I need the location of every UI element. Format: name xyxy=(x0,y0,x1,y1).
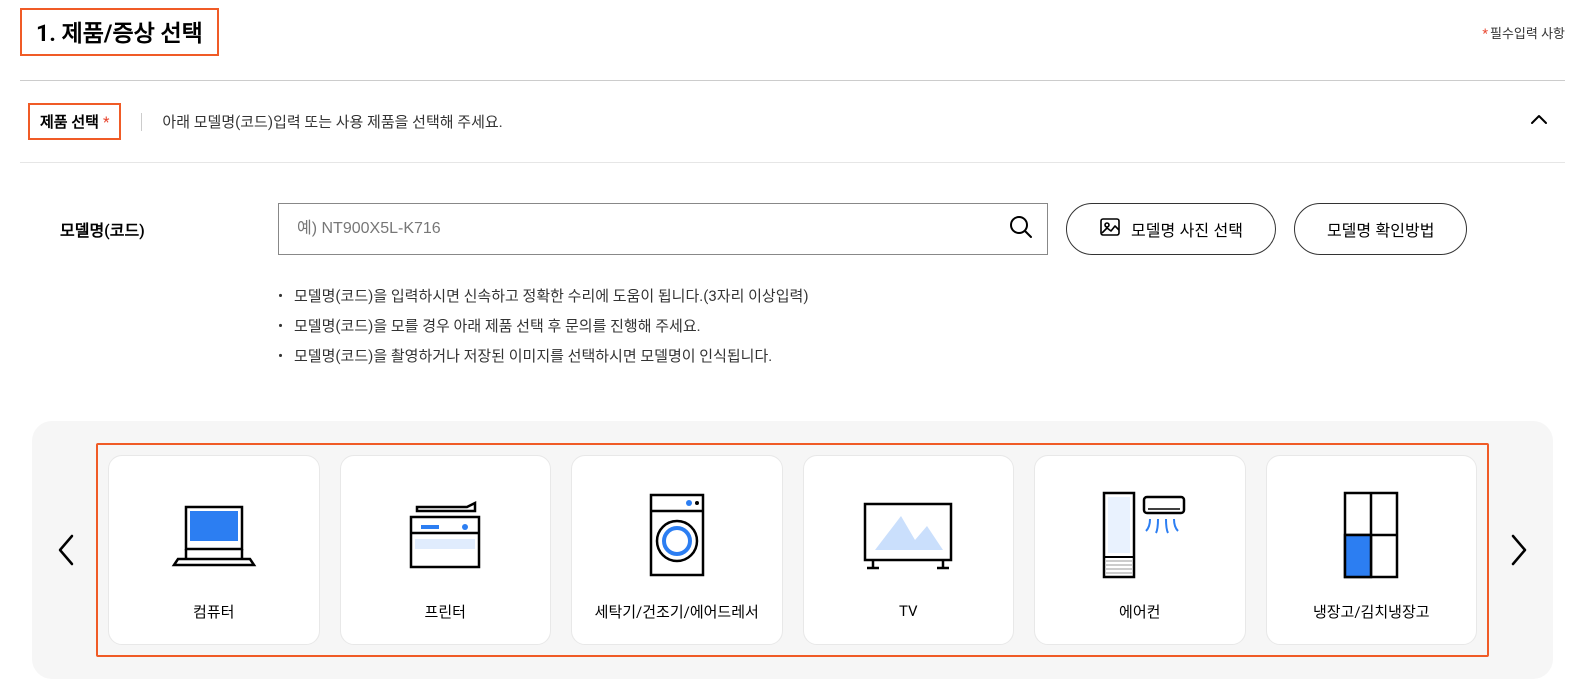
model-label: 모델명(코드) xyxy=(60,203,260,241)
model-input[interactable] xyxy=(278,203,1048,255)
required-note-text: 필수입력 사항 xyxy=(1490,27,1565,42)
section-label-box: 제품 선택 * xyxy=(28,103,121,140)
carousel-prev-button[interactable] xyxy=(44,528,88,572)
help-item: 모델명(코드)을 입력하시면 신속하고 정확한 수리에 도움이 됩니다.(3자리… xyxy=(278,281,1525,311)
model-check-button[interactable]: 모델명 확인방법 xyxy=(1294,203,1468,255)
aircon-icon xyxy=(1090,485,1190,585)
category-label: 컴퓨터 xyxy=(193,601,234,622)
help-item: 모델명(코드)을 촬영하거나 저장된 이미지를 선택하시면 모델명이 인식됩니다… xyxy=(278,341,1525,371)
category-card-fridge[interactable]: 냉장고/김치냉장고 xyxy=(1266,455,1478,645)
section-label: 제품 선택 xyxy=(40,111,99,132)
chevron-left-icon xyxy=(54,532,78,568)
printer-icon xyxy=(397,485,493,585)
required-note: *필수입력 사항 xyxy=(1482,23,1565,42)
category-label: 에어컨 xyxy=(1119,601,1160,622)
category-label: 냉장고/김치냉장고 xyxy=(1313,601,1430,622)
help-list: 모델명(코드)을 입력하시면 신속하고 정확한 수리에 도움이 됩니다.(3자리… xyxy=(278,281,1525,371)
search-icon[interactable] xyxy=(1008,214,1034,244)
carousel-next-button[interactable] xyxy=(1497,528,1541,572)
section-desc: 아래 모델명(코드)입력 또는 사용 제품을 선택해 주세요. xyxy=(162,111,502,132)
laptop-icon xyxy=(168,485,260,585)
category-carousel: 컴퓨터 프린터 xyxy=(32,421,1553,679)
fridge-icon xyxy=(1335,485,1407,585)
model-photo-button-label: 모델명 사진 선택 xyxy=(1131,217,1243,241)
category-cards-row: 컴퓨터 프린터 xyxy=(96,443,1489,657)
step-title: 1. 제품/증상 선택 xyxy=(20,8,219,56)
chevron-right-icon xyxy=(1507,532,1531,568)
model-photo-button[interactable]: 모델명 사진 선택 xyxy=(1066,203,1276,255)
model-check-button-label: 모델명 확인방법 xyxy=(1327,217,1435,241)
section-header[interactable]: 제품 선택 * 아래 모델명(코드)입력 또는 사용 제품을 선택해 주세요. xyxy=(20,81,1565,163)
category-card-washer[interactable]: 세탁기/건조기/에어드레서 xyxy=(571,455,783,645)
category-card-computer[interactable]: 컴퓨터 xyxy=(108,455,320,645)
category-card-printer[interactable]: 프린터 xyxy=(340,455,552,645)
asterisk-icon: * xyxy=(1482,27,1488,42)
chevron-up-icon[interactable] xyxy=(1529,110,1549,134)
category-card-tv[interactable]: TV xyxy=(803,455,1015,645)
category-label: 세탁기/건조기/에어드레서 xyxy=(595,601,759,622)
tv-icon xyxy=(857,486,959,586)
divider xyxy=(141,113,142,131)
washer-icon xyxy=(641,485,713,585)
asterisk-icon: * xyxy=(103,113,109,131)
category-label: 프린터 xyxy=(425,601,466,622)
help-item: 모델명(코드)을 모를 경우 아래 제품 선택 후 문의를 진행해 주세요. xyxy=(278,311,1525,341)
category-label: TV xyxy=(899,602,918,620)
category-card-aircon[interactable]: 에어컨 xyxy=(1034,455,1246,645)
photo-icon xyxy=(1099,216,1121,243)
